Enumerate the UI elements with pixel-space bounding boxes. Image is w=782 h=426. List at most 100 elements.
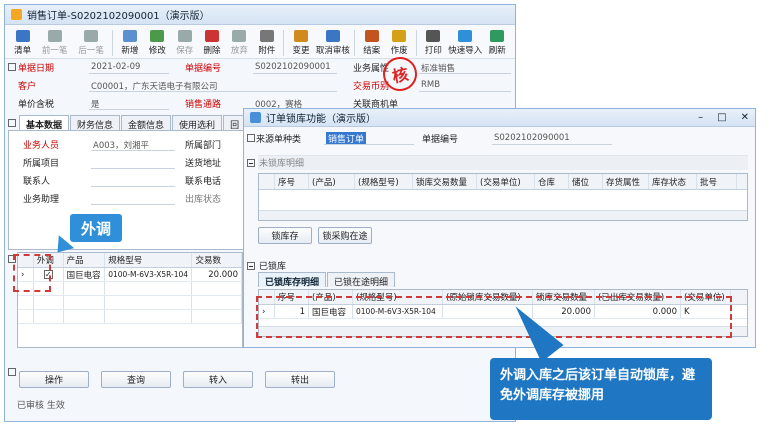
outbound-status-label: 出库状态: [185, 195, 222, 205]
attachment-icon: [259, 30, 274, 42]
unlocked-col-4: (交易单位): [477, 174, 535, 189]
doc-no-field[interactable]: S0202102090001: [255, 62, 331, 72]
toolbar-button-13[interactable]: 打印: [420, 30, 447, 56]
toolbar-button-8[interactable]: 附件: [253, 30, 280, 56]
unlocked-col-2: (规格型号): [355, 174, 413, 189]
transfer-out-button[interactable]: 转出: [265, 371, 335, 388]
source-type-label: 来源单种类: [256, 135, 302, 145]
app-icon: [11, 9, 22, 20]
toolbar-button-3[interactable]: 新增: [116, 30, 143, 56]
col-qty: 交易数: [192, 253, 242, 267]
tax-label: 单价含税: [18, 100, 55, 110]
toolbar-label: 修改: [148, 46, 166, 56]
tab-locked-transit[interactable]: 已锁在途明细: [327, 272, 396, 288]
tab-3[interactable]: 使用选利: [172, 115, 223, 131]
transfer-in-button[interactable]: 转入: [183, 371, 253, 388]
cell-spec: 0100-M-6V3-X5R-104: [105, 268, 193, 281]
edit-icon: [150, 30, 165, 42]
unlocked-bar: [258, 155, 748, 170]
unlocked-col-8: 库存状态: [649, 174, 697, 189]
main-toolbar: 清单 前一笔 后一笔 新增 修改 保存 删除 放弃 附件 变更 取消审核 结案 作废 打印 快速导入 刷新: [5, 25, 515, 59]
lock-app-icon: [250, 112, 261, 123]
toolbar-button-10[interactable]: 取消审核: [315, 30, 351, 56]
tab-1[interactable]: 财务信息: [70, 115, 121, 131]
toolbar-label: 后一笔: [78, 46, 104, 56]
project-label: 所属项目: [23, 159, 60, 169]
sales-person-label: 业务人员: [23, 141, 60, 151]
toolbar-button-7[interactable]: 放弃: [226, 30, 253, 56]
col-product: 产品: [64, 253, 106, 267]
delete-icon: [204, 30, 219, 42]
discard-icon: [232, 30, 247, 42]
toolbar-button-1[interactable]: 前一笔: [36, 30, 72, 56]
table-row[interactable]: › ✓ 国巨电容 0100-M-6V3-X5R-104 20.000: [18, 268, 242, 282]
unlocked-col-0: 序号: [275, 174, 309, 189]
import-icon: [458, 30, 473, 42]
toolbar-button-2[interactable]: 后一笔: [73, 30, 109, 56]
dept-label: 所属部门: [185, 141, 222, 151]
assistant-label: 业务助理: [23, 195, 60, 205]
lock-titlebar: 订单锁库功能（演示版） – □ ✕: [244, 109, 755, 127]
operate-button[interactable]: 操作: [19, 371, 89, 388]
tab-0[interactable]: 基本数据: [19, 115, 70, 131]
date-field[interactable]: 2021-02-09: [91, 62, 140, 72]
stamp-text: 核: [390, 64, 411, 87]
lock-note-callout: 外调入库之后该订单自动锁库，避免外调库存被挪用: [490, 358, 712, 420]
channel-label: 销售通路: [185, 100, 222, 110]
unlocked-col-7: 存货属性: [603, 174, 649, 189]
list-icon: [15, 30, 30, 42]
toolbar-button-4[interactable]: 修改: [144, 30, 171, 56]
outsource-highlight: [13, 254, 51, 292]
toolbar-label: 删除: [203, 46, 221, 56]
toolbar-button-6[interactable]: 删除: [198, 30, 225, 56]
col-spec: 规格型号: [105, 253, 193, 267]
toolbar-label: 保存: [176, 46, 194, 56]
print-icon: [426, 30, 441, 42]
toolbar-button-12[interactable]: 作废: [385, 30, 412, 56]
main-title: 销售订单-S0202102090001（演示版）: [27, 11, 210, 22]
lock-header-toggle[interactable]: [247, 134, 255, 142]
toolbar-button-5[interactable]: 保存: [171, 30, 198, 56]
toolbar-label: 取消审核: [315, 46, 350, 56]
toolbar-label: 附件: [258, 46, 276, 56]
void-icon: [392, 30, 407, 42]
minimize-icon[interactable]: –: [698, 112, 703, 123]
lock-doc-field[interactable]: S0202102090001: [494, 133, 570, 143]
maximize-icon[interactable]: □: [717, 112, 726, 123]
tab-locked-stock[interactable]: 已锁库存明细: [258, 272, 327, 288]
currency-field[interactable]: RMB: [421, 80, 440, 90]
actions-toggle[interactable]: [8, 368, 16, 376]
order-lines-header: 外调 产品 规格型号 交易数: [18, 253, 242, 268]
locked-section-toggle[interactable]: 已锁库: [247, 259, 286, 272]
toolbar-label: 前一笔: [41, 46, 68, 56]
toolbar-label: 刷新: [488, 46, 506, 56]
lock-po-button[interactable]: 锁采购在途: [318, 227, 372, 244]
toolbar-button-0[interactable]: 清单: [9, 30, 36, 56]
cell-product: 国巨电容: [64, 268, 106, 281]
outsource-callout-text: 外调: [80, 219, 111, 238]
customer-label: 客户: [18, 82, 37, 92]
outsource-callout: 外调: [70, 214, 122, 242]
close-icon[interactable]: ✕: [741, 112, 749, 123]
header-section-toggle[interactable]: [8, 63, 16, 71]
tab-2[interactable]: 金额信息: [121, 115, 172, 131]
toolbar-button-9[interactable]: 变更: [287, 30, 314, 56]
lock-stock-button[interactable]: 锁库存: [258, 227, 312, 244]
toolbar-button-11[interactable]: 结案: [358, 30, 385, 56]
change-icon: [293, 30, 308, 42]
unlocked-col-3: 锁库交易数量: [413, 174, 477, 189]
lock-doc-label: 单据编号: [422, 135, 459, 145]
toolbar-button-15[interactable]: 刷新: [484, 30, 511, 56]
cell-qty: 20.000: [192, 268, 242, 281]
toolbar-label: 作废: [390, 46, 408, 56]
addr-label: 送货地址: [185, 159, 222, 169]
arrow-right-icon: [84, 30, 99, 42]
toolbar-button-14[interactable]: 快速导入: [447, 30, 483, 56]
unlocked-scrollbar[interactable]: [259, 210, 747, 220]
arrow-left-icon: [47, 30, 62, 42]
locked-title: 已锁库: [259, 262, 287, 272]
query-button[interactable]: 查询: [101, 371, 171, 388]
status-text: 已审核 生效: [17, 401, 65, 411]
tabs-section-toggle[interactable]: [8, 119, 16, 127]
locked-tabs: 已锁库存明细 已锁在途明细: [258, 272, 396, 288]
